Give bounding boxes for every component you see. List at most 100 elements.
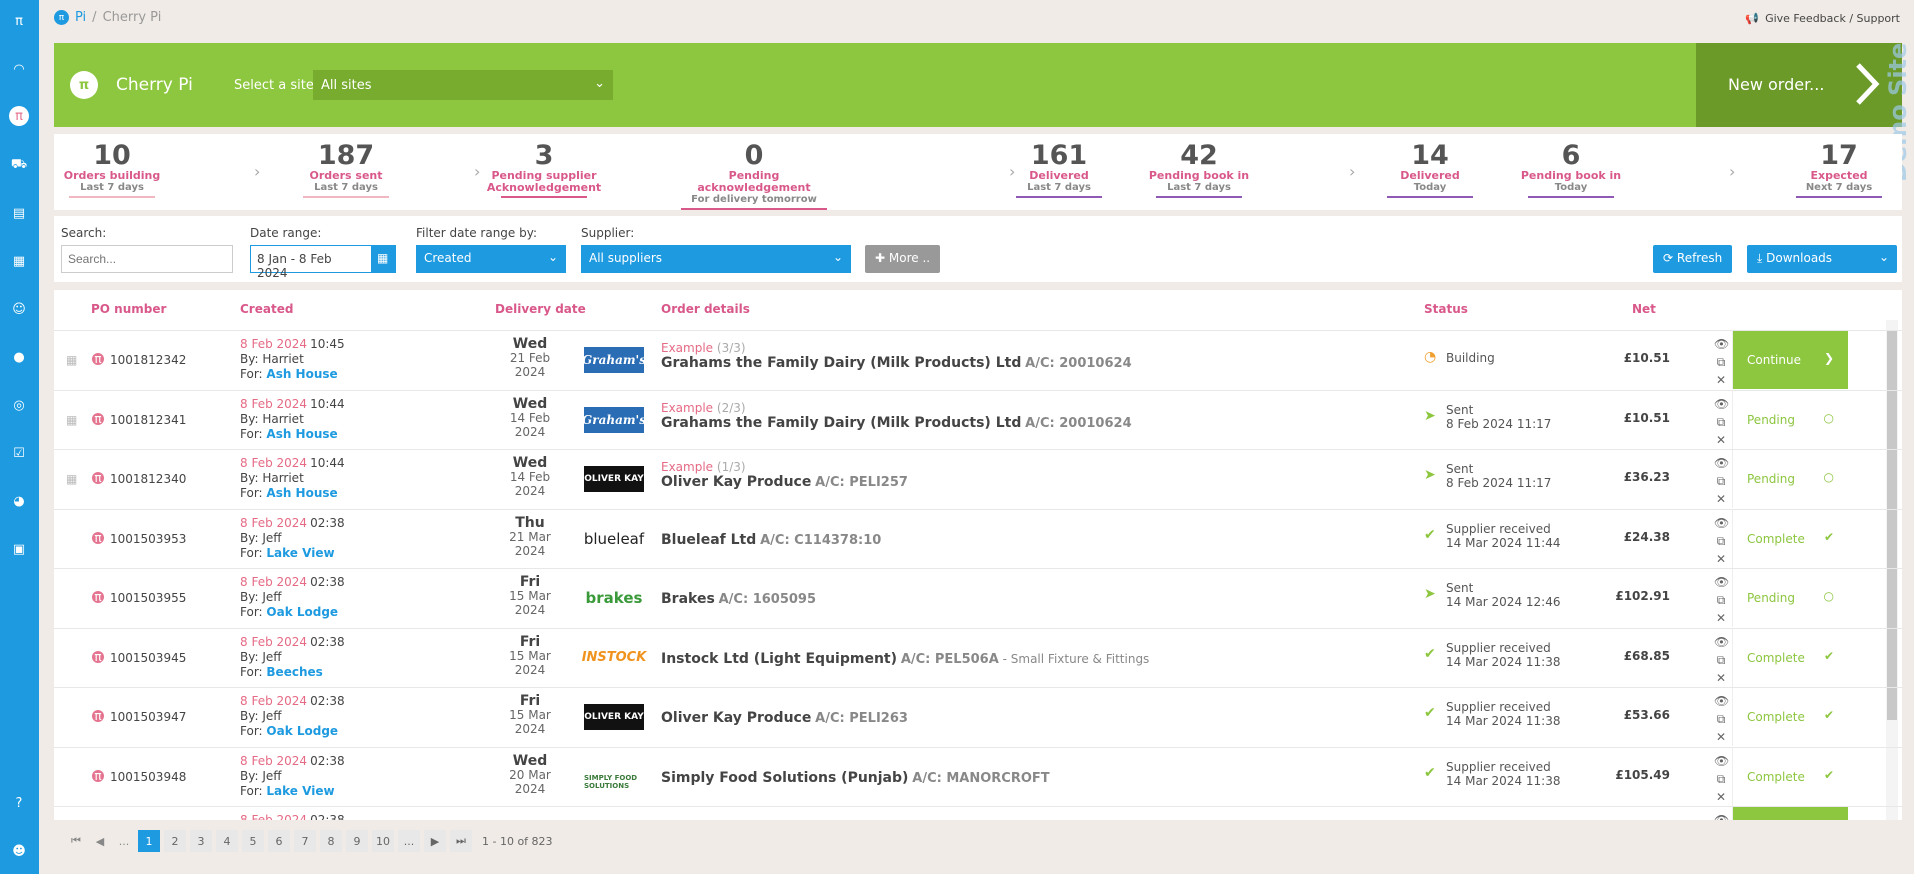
page-4-button[interactable]: 4: [216, 830, 238, 852]
pie-chart-icon[interactable]: ◕: [8, 490, 30, 512]
page-5-button[interactable]: 5: [242, 830, 264, 852]
pager-ellipsis[interactable]: ...: [114, 835, 134, 848]
view-icon[interactable]: 👁: [1714, 395, 1729, 413]
view-icon[interactable]: 👁: [1714, 514, 1729, 532]
user-icon[interactable]: ☻: [8, 840, 30, 862]
delete-icon[interactable]: ✕: [1714, 788, 1728, 806]
help-chat-icon[interactable]: ?: [8, 792, 30, 814]
site-link[interactable]: Lake View: [266, 784, 334, 798]
col-net[interactable]: Net: [1632, 302, 1656, 316]
box-icon[interactable]: ▣: [8, 538, 30, 560]
po-number[interactable]: 1001503955: [110, 591, 186, 605]
search-input[interactable]: [61, 245, 233, 273]
stat-2[interactable]: 3 Pending supplier Acknowledgement: [474, 142, 614, 198]
complete-button[interactable]: Complete ✔: [1732, 509, 1848, 568]
more-filters-button[interactable]: ✚ More ..: [865, 245, 941, 273]
stat-3[interactable]: 0 Pending acknowledgement For delivery tom…: [681, 142, 827, 210]
table-row[interactable]: π 1001503955 8 Feb 2024 02:38 By: Jeff For: O…: [54, 568, 1902, 627]
chef-icon[interactable]: ☺: [8, 298, 30, 320]
table-row[interactable]: ▦ π 1001812341 8 Feb 2024 10:44 By: Harriet Fo…: [54, 389, 1902, 449]
col-po-number[interactable]: PO number: [91, 302, 166, 316]
stat-1[interactable]: 187 Orders sent Last 7 days: [276, 142, 416, 198]
stat-8[interactable]: 17 Expected Next 7 days: [1769, 142, 1909, 198]
continue-button[interactable]: Continue ❯: [1732, 331, 1848, 389]
order-details[interactable]: Blueleaf Ltd A/C: C114378:10: [661, 520, 881, 548]
copy-icon[interactable]: ⧉: [1714, 710, 1728, 728]
site-link[interactable]: Beeches: [266, 665, 322, 679]
pending-button[interactable]: Pending ○: [1732, 569, 1848, 627]
copy-icon[interactable]: ⧉: [1714, 413, 1728, 431]
orders-icon[interactable]: π: [9, 106, 29, 126]
calendar-icon[interactable]: ▦: [66, 413, 77, 427]
po-number[interactable]: 1001812340: [110, 472, 186, 486]
delete-icon[interactable]: ✕: [1714, 550, 1728, 568]
view-icon[interactable]: 👁: [1714, 633, 1729, 651]
delivery-truck-icon[interactable]: ⛟: [8, 154, 30, 176]
view-icon[interactable]: 👁: [1714, 692, 1729, 710]
next-page-icon[interactable]: ▶: [424, 830, 446, 852]
pager-ellipsis-end[interactable]: ...: [398, 830, 420, 852]
table-row[interactable]: ▦ π 1001812342 8 Feb 2024 10:45 By: Harriet Fo…: [54, 330, 1902, 389]
piggy-bank-icon[interactable]: ●: [8, 346, 30, 368]
calendar-icon[interactable]: ▦: [372, 245, 396, 273]
copy-icon[interactable]: ⧉: [1714, 591, 1728, 609]
po-number[interactable]: 1001503953: [110, 532, 186, 546]
view-icon[interactable]: 👁: [1714, 454, 1729, 472]
site-link[interactable]: Ash House: [266, 486, 337, 500]
dashboard-icon[interactable]: ◠: [8, 58, 30, 80]
col-status[interactable]: Status: [1424, 302, 1468, 316]
complete-button[interactable]: Complete ✔: [1732, 628, 1848, 687]
last-page-icon[interactable]: ⏭: [450, 830, 472, 852]
po-number[interactable]: 1001812341: [110, 413, 186, 427]
pending-button[interactable]: Pending ○: [1732, 450, 1848, 508]
po-number[interactable]: 1001503947: [110, 710, 186, 724]
table-row[interactable]: ▦ π 1001812340 8 Feb 2024 10:44 By: Harriet Fo…: [54, 449, 1902, 508]
page-9-button[interactable]: 9: [346, 830, 368, 852]
col-delivery-date[interactable]: Delivery date: [495, 302, 586, 316]
view-icon[interactable]: 👁: [1714, 573, 1729, 591]
po-number[interactable]: 1001812342: [110, 353, 186, 367]
table-row[interactable]: π 1001503947 8 Feb 2024 02:38 By: Jeff For: O…: [54, 687, 1902, 746]
copy-icon[interactable]: ⧉: [1714, 353, 1728, 371]
order-details[interactable]: Simply Food Solutions (Punjab) A/C: MANO…: [661, 758, 1050, 786]
pending-button[interactable]: Pending ○: [1732, 390, 1848, 449]
copy-icon[interactable]: ⧉: [1714, 472, 1728, 490]
table-row[interactable]: π 1001503945 8 Feb 2024 02:38 By: Jeff For: B…: [54, 627, 1902, 687]
order-details[interactable]: Instock Ltd (Light Equipment) A/C: PEL50…: [661, 639, 1149, 667]
feedback-link[interactable]: 📢 Give Feedback / Support: [1745, 12, 1900, 25]
view-icon[interactable]: 👁: [1714, 752, 1729, 770]
page-1-button[interactable]: 1: [138, 830, 160, 852]
new-order-button[interactable]: New order...: [1696, 43, 1902, 127]
col-created[interactable]: Created: [240, 302, 293, 316]
site-link[interactable]: Ash House: [266, 427, 337, 441]
checklist-icon[interactable]: ☑: [8, 442, 30, 464]
stat-7[interactable]: 6 Pending book in Today: [1501, 142, 1641, 198]
prev-page-icon[interactable]: ◀: [90, 835, 110, 848]
page-10-button[interactable]: 10: [372, 830, 394, 852]
copy-icon[interactable]: ⧉: [1714, 532, 1728, 550]
supplier-select[interactable]: All suppliers ⌄: [581, 245, 851, 273]
site-select[interactable]: All sites ⌄: [313, 70, 613, 100]
refresh-button[interactable]: ⟳ Refresh: [1653, 245, 1733, 273]
delete-icon[interactable]: ✕: [1714, 609, 1728, 627]
order-details[interactable]: Example (3/3) Grahams the Family Dairy (M…: [661, 341, 1132, 371]
delete-icon[interactable]: ✕: [1714, 371, 1728, 389]
order-details[interactable]: Oliver Kay Produce A/C: PELI263: [661, 698, 908, 726]
page-2-button[interactable]: 2: [164, 830, 186, 852]
pi-logo-icon[interactable]: π: [8, 10, 30, 32]
date-range-input[interactable]: 8 Jan - 8 Feb 2024: [250, 245, 372, 280]
downloads-button[interactable]: ⤓ Downloads ⌄: [1747, 245, 1897, 273]
table-row[interactable]: π 1001503953 8 Feb 2024 02:38 By: Jeff For: L…: [54, 508, 1902, 568]
calendar-icon[interactable]: ▦: [66, 353, 77, 367]
stat-0[interactable]: 10 Orders building Last 7 days: [42, 142, 182, 198]
view-icon[interactable]: 👁: [1714, 335, 1729, 353]
delete-icon[interactable]: ✕: [1714, 431, 1728, 449]
site-link[interactable]: Ash House: [266, 367, 337, 381]
page-6-button[interactable]: 6: [268, 830, 290, 852]
col-order-details[interactable]: Order details: [661, 302, 750, 316]
copy-icon[interactable]: ⧉: [1714, 651, 1728, 669]
delete-icon[interactable]: ✕: [1714, 490, 1728, 508]
copy-icon[interactable]: ⧉: [1714, 770, 1728, 788]
page-3-button[interactable]: 3: [190, 830, 212, 852]
filter-by-select[interactable]: Created ⌄: [416, 245, 566, 273]
